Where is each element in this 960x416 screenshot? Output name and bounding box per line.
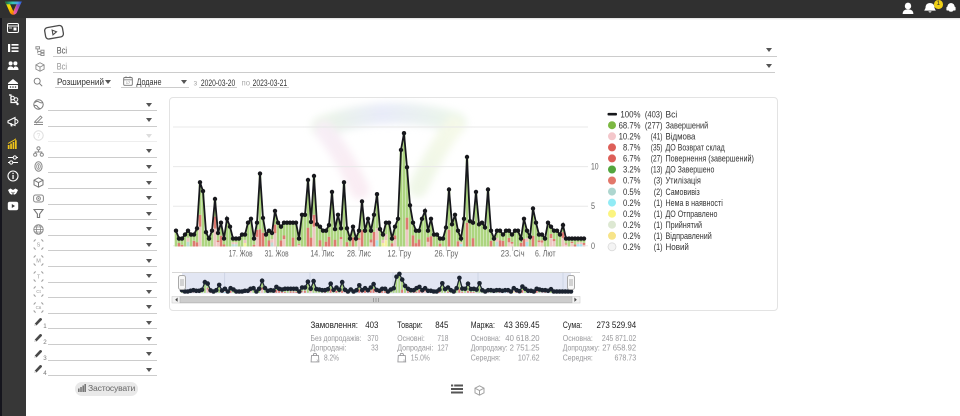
svg-text:33: 33 (371, 344, 379, 353)
svg-text:Середня:: Середня: (471, 353, 501, 362)
svg-text:x: x (403, 358, 405, 362)
svg-text:x: x (317, 358, 319, 362)
svg-text:678.73: 678.73 (615, 353, 637, 362)
svg-text:Замовлення:: Замовлення: (311, 320, 359, 330)
svg-text:107.62: 107.62 (518, 353, 540, 362)
svg-text:Основна:: Основна: (471, 334, 501, 343)
svg-text:Середня:: Середня: (563, 353, 593, 362)
svg-text:Допродажу:: Допродажу: (471, 344, 508, 353)
svg-text:Товари:: Товари: (397, 320, 423, 330)
svg-text:Без допродажів:: Без допродажів: (311, 334, 362, 343)
svg-text:8.2%: 8.2% (324, 353, 339, 362)
svg-text:245 871.02: 245 871.02 (602, 334, 637, 343)
svg-text:15.0%: 15.0% (411, 353, 430, 362)
svg-text:40 618.20: 40 618.20 (505, 334, 540, 343)
svg-text:43 369.45: 43 369.45 (504, 320, 540, 330)
svg-text:Сума:: Сума: (563, 320, 582, 330)
svg-text:Допродажу:: Допродажу: (563, 344, 600, 353)
svg-text:27 658.92: 27 658.92 (602, 344, 636, 353)
svg-text:718: 718 (437, 334, 448, 343)
svg-text:127: 127 (437, 344, 448, 353)
svg-text:845: 845 (435, 320, 448, 330)
svg-text:2 751.25: 2 751.25 (510, 344, 540, 353)
svg-text:Допродані:: Допродані: (397, 344, 433, 353)
svg-text:370: 370 (367, 334, 378, 343)
svg-text:Основна:: Основна: (563, 334, 593, 343)
svg-text:Маржа:: Маржа: (471, 320, 495, 330)
svg-text:Допродані:: Допродані: (311, 344, 347, 353)
svg-text:403: 403 (365, 320, 378, 330)
svg-text:273 529.94: 273 529.94 (597, 320, 637, 330)
svg-text:Основні:: Основні: (397, 334, 425, 343)
